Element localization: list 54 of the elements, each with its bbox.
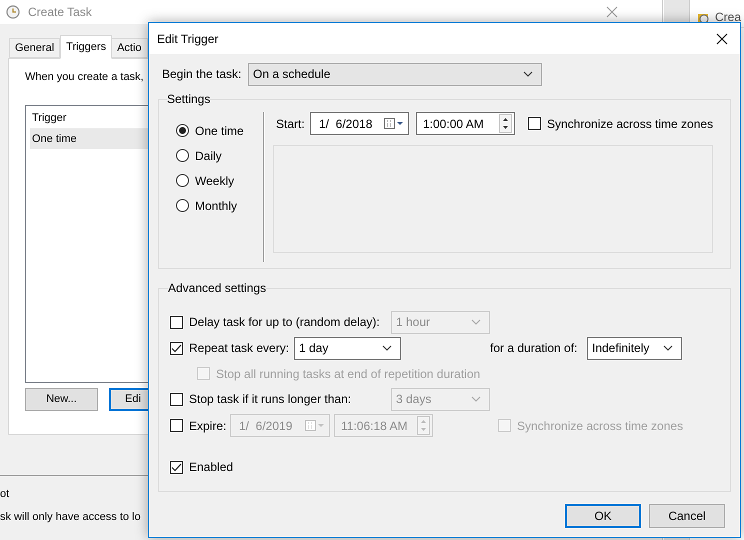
checkbox[interactable] xyxy=(170,419,183,432)
checkbox[interactable] xyxy=(528,117,541,130)
radio-button[interactable] xyxy=(176,124,189,137)
chevron-icon xyxy=(471,396,481,402)
group-legend: Advanced settings xyxy=(168,279,266,297)
field-label: Begin the task: xyxy=(161,66,242,83)
duration-dropdown[interactable]: Indefinitely xyxy=(587,336,682,360)
close-icon[interactable] xyxy=(716,32,728,44)
button[interactable]: Cancel xyxy=(649,504,725,528)
window-title: Edit Trigger xyxy=(157,30,218,48)
tab[interactable]: General xyxy=(9,38,60,58)
panel-header: Crea xyxy=(715,8,742,26)
repeat-dropdown[interactable]: 1 day xyxy=(294,336,401,360)
checkbox-label: Stop task if it runs longer than: xyxy=(189,391,352,408)
time-picker[interactable]: 1:00:00 AM xyxy=(416,112,515,135)
window-title: Create Task xyxy=(28,4,92,21)
radio-label: Daily xyxy=(195,148,222,164)
checkbox-label: Delay task for up to (random delay): xyxy=(189,314,380,331)
date-picker[interactable]: 1/ 6/2018 xyxy=(310,112,409,135)
chevron-icon xyxy=(663,345,673,351)
calendar-icon xyxy=(384,118,404,130)
checkbox[interactable] xyxy=(170,460,183,474)
task-dropdown[interactable]: On a schedule xyxy=(248,62,542,86)
checkbox-label: Synchronize across time zones xyxy=(547,116,714,132)
field-label: Start: xyxy=(275,116,306,132)
group-legend: Settings xyxy=(167,90,210,108)
checkbox-label: Expire: xyxy=(189,418,226,434)
button[interactable]: OK xyxy=(565,504,641,528)
checkbox-label: Synchronize across time zones xyxy=(517,418,684,434)
chevron-icon xyxy=(523,71,533,77)
spinner-icon[interactable] xyxy=(499,114,512,133)
checkbox[interactable] xyxy=(170,392,183,406)
body-text: sk will only have access to lo xyxy=(0,510,141,525)
tab[interactable]: Actio xyxy=(111,38,148,58)
checkbox-label: Repeat task every: xyxy=(189,340,290,357)
checkbox-label: Enabled xyxy=(189,459,234,476)
radio-button[interactable] xyxy=(176,149,189,162)
description-text: When you create a task, xyxy=(25,70,144,85)
radio-label: Weekly xyxy=(195,172,234,190)
tab[interactable]: Triggers xyxy=(60,35,112,59)
chevron-icon xyxy=(471,319,481,325)
radio-button[interactable] xyxy=(176,199,189,212)
body-text: ot xyxy=(0,487,10,502)
checkbox[interactable] xyxy=(170,342,183,354)
radio-label: Monthly xyxy=(195,198,238,214)
field-label: for a duration of: xyxy=(490,340,578,357)
checkbox[interactable] xyxy=(170,316,183,328)
radio-button[interactable] xyxy=(176,174,189,187)
checkbox-label: Stop all running tasks at end of repetition duration xyxy=(216,366,480,382)
radio-label: One time xyxy=(195,122,244,140)
button[interactable]: New... xyxy=(25,388,98,411)
clock-icon xyxy=(6,5,20,19)
chevron-icon xyxy=(382,345,392,351)
calendar-icon xyxy=(305,420,325,432)
